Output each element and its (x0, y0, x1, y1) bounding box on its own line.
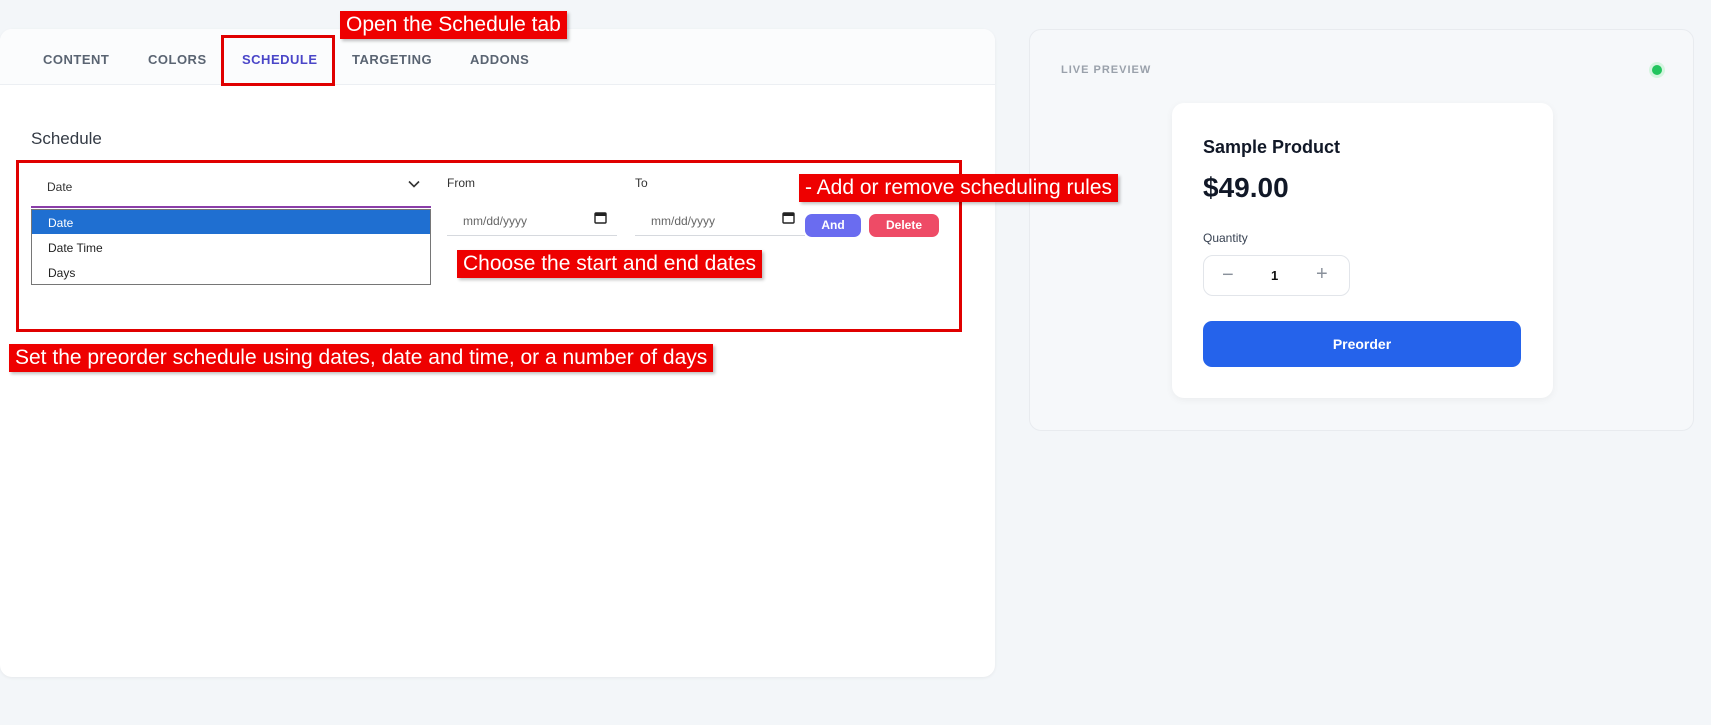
annotation-add-remove-rules: - Add or remove scheduling rules (799, 174, 1118, 202)
tab-colors[interactable]: COLORS (148, 52, 207, 67)
annotation-box-schedule-tab (221, 35, 335, 86)
tab-targeting[interactable]: TARGETING (352, 52, 432, 67)
plus-icon[interactable]: + (1316, 263, 1328, 286)
annotation-open-schedule-tab: Open the Schedule tab (340, 11, 567, 39)
minus-icon[interactable]: − (1222, 264, 1234, 287)
schedule-section-title: Schedule (31, 129, 102, 148)
preorder-button[interactable]: Preorder (1203, 321, 1521, 367)
tab-addons[interactable]: ADDONS (470, 52, 529, 67)
live-status-indicator (1652, 65, 1662, 75)
product-card: Sample Product $49.00 Quantity − 1 + Pre… (1172, 103, 1553, 398)
product-price: $49.00 (1203, 172, 1289, 203)
annotation-choose-dates: Choose the start and end dates (457, 250, 763, 278)
annotation-set-schedule: Set the preorder schedule using dates, d… (9, 344, 714, 372)
quantity-stepper: − 1 + (1203, 255, 1350, 296)
product-name: Sample Product (1203, 137, 1341, 157)
quantity-value[interactable]: 1 (1271, 268, 1278, 283)
live-preview-panel: LIVE PREVIEW Sample Product $49.00 Quant… (1029, 29, 1694, 431)
live-preview-label: LIVE PREVIEW (1061, 64, 1152, 76)
quantity-label: Quantity (1203, 231, 1248, 245)
tab-content[interactable]: CONTENT (43, 52, 109, 67)
